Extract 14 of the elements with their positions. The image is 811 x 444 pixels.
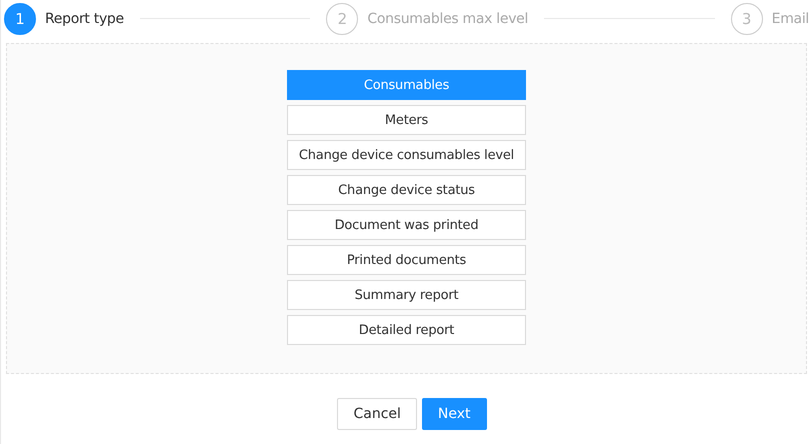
report-type-option[interactable]: Meters: [287, 105, 526, 135]
report-type-option[interactable]: Summary report: [287, 280, 526, 310]
cancel-button[interactable]: Cancel: [337, 398, 417, 430]
step-title: Email: [772, 10, 809, 26]
report-type-option[interactable]: Detailed report: [287, 315, 526, 345]
step-number: 1: [4, 2, 36, 34]
step-number: 2: [326, 2, 358, 34]
report-type-option[interactable]: Document was printed: [287, 210, 526, 240]
report-type-option[interactable]: Printed documents: [287, 245, 526, 275]
step-title: Report type: [45, 10, 124, 26]
report-type-option[interactable]: Change device consumables level: [287, 140, 526, 170]
step-title: Consumables max level: [367, 10, 528, 26]
report-type-option[interactable]: Change device status: [287, 175, 526, 205]
step-number: 3: [730, 2, 763, 34]
